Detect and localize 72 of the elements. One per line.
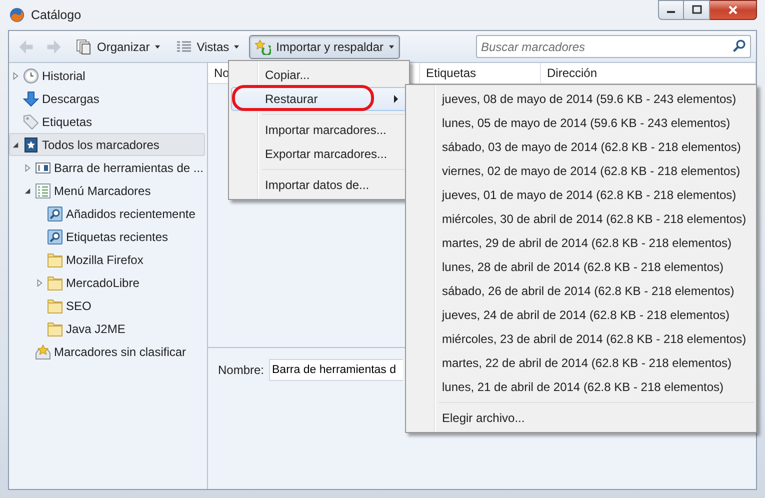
search-icon[interactable] bbox=[732, 39, 746, 53]
pages-icon bbox=[76, 38, 92, 54]
expanded-triangle-icon[interactable] bbox=[12, 140, 19, 148]
menu-item[interactable]: martes, 22 de abril de 2014 (62.8 KB - 218 elementos) bbox=[408, 351, 754, 375]
menu-item[interactable]: Restaurar bbox=[231, 87, 407, 111]
menu-item[interactable]: lunes, 05 de mayo de 2014 (59.6 KB - 243 elementos) bbox=[408, 111, 754, 135]
expanded-triangle-icon[interactable] bbox=[24, 186, 31, 194]
organize-menu-button[interactable]: Organizar bbox=[70, 34, 166, 58]
minimize-button[interactable] bbox=[658, 0, 684, 20]
search-folder-icon bbox=[47, 228, 63, 244]
tree-item[interactable]: Menú Marcadores bbox=[21, 179, 205, 202]
column-header[interactable]: Dirección bbox=[541, 63, 756, 83]
tree-item[interactable]: Marcadores sin clasificar bbox=[21, 340, 205, 363]
menu-item[interactable]: Importar marcadores... bbox=[231, 118, 407, 142]
collapsed-triangle-icon[interactable] bbox=[12, 72, 19, 80]
menu-item[interactable]: miércoles, 30 de abril de 2014 (62.8 KB - 218 elementos) bbox=[408, 207, 754, 231]
search-folder-icon bbox=[47, 206, 63, 222]
menu-item[interactable]: viernes, 02 de mayo de 2014 (62.8 KB - 218 elementos) bbox=[408, 159, 754, 183]
maximize-icon bbox=[692, 5, 702, 15]
menu-item[interactable]: lunes, 21 de abril de 2014 (62.8 KB - 218 elementos) bbox=[408, 375, 754, 399]
toolbar-icon bbox=[35, 160, 51, 176]
folder-icon bbox=[47, 298, 63, 314]
tree-item[interactable]: Descargas bbox=[9, 87, 205, 110]
tree-item[interactable]: Mozilla Firefox bbox=[33, 248, 205, 271]
menu-item[interactable]: martes, 29 de abril de 2014 (62.8 KB - 218 elementos) bbox=[408, 231, 754, 255]
fox-globe-icon bbox=[9, 7, 25, 23]
menu-item[interactable]: sábado, 03 de mayo de 2014 (62.8 KB - 218 elementos) bbox=[408, 135, 754, 159]
menu-item[interactable]: Importar datos de... bbox=[231, 173, 407, 197]
menu-item[interactable]: Exportar marcadores... bbox=[231, 142, 407, 166]
name-label: Nombre: bbox=[218, 363, 264, 377]
menu-item[interactable]: miércoles, 23 de abril de 2014 (62.8 KB - 218 elementos) bbox=[408, 327, 754, 351]
folder-icon bbox=[47, 274, 63, 290]
tree-item[interactable]: Añadidos recientemente bbox=[33, 202, 205, 225]
menu-item[interactable]: Elegir archivo... bbox=[408, 406, 754, 430]
clock-icon bbox=[23, 68, 39, 84]
window-title: Catálogo bbox=[31, 8, 82, 22]
star-refresh-icon bbox=[255, 38, 272, 54]
menu-item[interactable]: jueves, 24 de abril de 2014 (62.8 KB - 218 elementos) bbox=[408, 303, 754, 327]
name-field[interactable]: Barra de herramientas d bbox=[269, 359, 404, 381]
star-book-icon bbox=[23, 136, 39, 152]
close-button[interactable] bbox=[710, 0, 757, 20]
import-backup-menu-button[interactable]: Importar y respaldar bbox=[249, 34, 400, 58]
collapsed-triangle-icon[interactable] bbox=[36, 278, 43, 286]
folder-icon bbox=[47, 320, 63, 336]
menu-item[interactable]: lunes, 28 de abril de 2014 (62.8 KB - 218 elementos) bbox=[408, 255, 754, 279]
tree-item[interactable]: Historial bbox=[9, 64, 205, 87]
menu-item[interactable]: sábado, 26 de abril de 2014 (62.8 KB - 218 elementos) bbox=[408, 279, 754, 303]
tree-item[interactable]: SEO bbox=[33, 294, 205, 317]
menu-item[interactable]: Copiar... bbox=[231, 63, 407, 87]
caret-icon bbox=[388, 44, 394, 48]
maximize-button[interactable] bbox=[684, 0, 710, 20]
column-header[interactable]: Etiquetas bbox=[420, 63, 541, 83]
caret-icon bbox=[154, 44, 160, 48]
menu-item[interactable]: jueves, 08 de mayo de 2014 (59.6 KB - 243 elementos) bbox=[408, 87, 754, 111]
tree-item[interactable]: Barra de herramientas de ... bbox=[21, 156, 205, 179]
menu-item[interactable]: jueves, 01 de mayo de 2014 (62.8 KB - 218 elementos) bbox=[408, 183, 754, 207]
list-icon bbox=[35, 182, 51, 198]
down-arrow-icon bbox=[23, 90, 39, 106]
caret-icon bbox=[234, 44, 240, 48]
tree-item[interactable]: Java J2ME bbox=[33, 317, 205, 340]
tree-item[interactable]: Etiquetas bbox=[9, 110, 205, 133]
search-field[interactable]: Buscar marcadores bbox=[476, 35, 751, 58]
folder-icon bbox=[47, 252, 63, 268]
tag-icon bbox=[23, 114, 39, 130]
star-tray-icon bbox=[35, 344, 51, 360]
list-icon bbox=[176, 38, 192, 54]
close-icon bbox=[728, 5, 738, 15]
collapsed-triangle-icon[interactable] bbox=[24, 164, 31, 172]
tree-item[interactable]: Etiquetas recientes bbox=[33, 225, 205, 248]
views-menu-button[interactable]: Vistas bbox=[170, 34, 246, 58]
tree-item[interactable]: MercadoLibre bbox=[33, 271, 205, 294]
tree-item[interactable]: Todos los marcadores bbox=[9, 133, 205, 156]
